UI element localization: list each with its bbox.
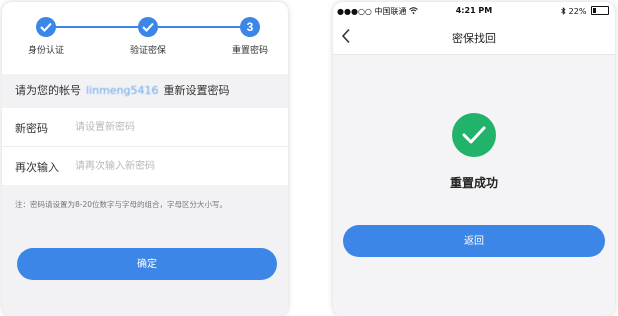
- new-password-label: 新密码: [15, 122, 48, 135]
- check-icon: [462, 126, 486, 144]
- nav-title: 密保找回: [452, 32, 496, 45]
- step-connector: [46, 26, 148, 28]
- check-icon: [40, 22, 52, 32]
- password-hint: 注：密码请设置为8-20位数字与字母的组合，字母区分大小写。: [15, 200, 228, 209]
- step-1-done-icon: [36, 17, 56, 37]
- battery-icon: [591, 6, 609, 15]
- account-name: linmeng5416: [86, 84, 159, 97]
- status-right: 22%: [561, 6, 609, 16]
- success-check-icon: [452, 113, 496, 157]
- step-label: 重置密码: [231, 46, 269, 56]
- notice-suffix: 重新设置密码: [163, 84, 230, 97]
- nav-bar: 密保找回: [333, 20, 615, 55]
- new-password-row: 新密码: [2, 108, 288, 147]
- step-label: 验证密保: [129, 46, 167, 56]
- step-connector: [148, 26, 250, 28]
- password-form: 新密码 再次输入: [2, 108, 288, 185]
- confirm-password-input[interactable]: [75, 153, 265, 179]
- step-label: 身份认证: [27, 46, 65, 56]
- step-3-active: 3: [240, 17, 260, 37]
- progress-stepper: 3 身份认证 验证密保 重置密码: [2, 2, 288, 74]
- reset-notice: 请为您的帐号 linmeng5416 重新设置密码: [2, 78, 288, 104]
- battery-percent: 22%: [568, 7, 587, 16]
- success-message: 重置成功: [449, 176, 498, 190]
- check-icon: [142, 22, 154, 32]
- new-password-input[interactable]: [75, 114, 265, 140]
- return-button[interactable]: 返回: [343, 225, 605, 257]
- status-bar: ●●●○○ 中国联通 4:21 PM 22%: [333, 2, 615, 20]
- phone-success-screen: ●●●○○ 中国联通 4:21 PM 22% 密保找回 重置成功 返回: [333, 2, 615, 316]
- step-2-done-icon: [138, 17, 158, 37]
- confirm-button[interactable]: 确定: [17, 248, 277, 280]
- confirm-password-row: 再次输入: [2, 147, 288, 185]
- bluetooth-icon: [561, 7, 566, 15]
- notice-prefix: 请为您的帐号: [15, 84, 81, 97]
- confirm-password-label: 再次输入: [15, 161, 59, 174]
- reset-password-card: 3 身份认证 验证密保 重置密码 请为您的帐号 linmeng5416 重新设置密码…: [2, 2, 288, 316]
